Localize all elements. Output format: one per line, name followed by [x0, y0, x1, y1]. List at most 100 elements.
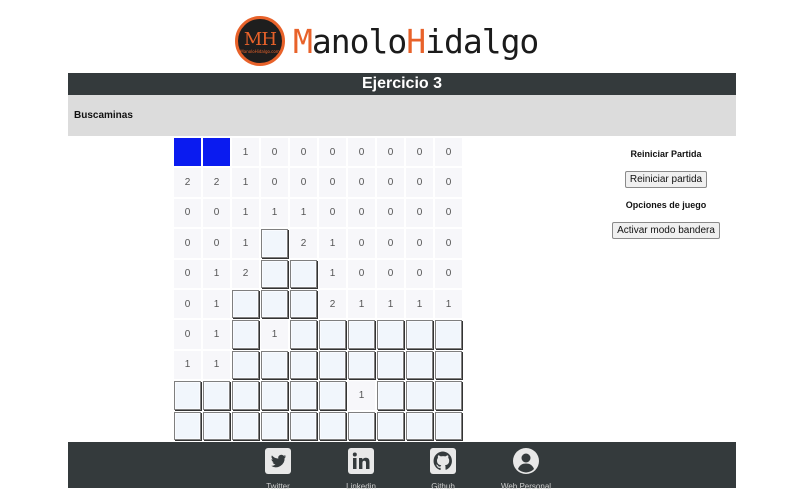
board-cell-hidden[interactable]	[232, 350, 259, 380]
restart-button[interactable]: Reiniciar partida	[624, 171, 708, 188]
board-cell-hidden[interactable]	[203, 381, 230, 410]
board-cell-hidden[interactable]	[261, 229, 288, 258]
board-cell-revealed: 0	[202, 228, 231, 259]
linkedin-link[interactable]: Linkedin	[326, 448, 396, 491]
twitter-link[interactable]: Twitter	[243, 448, 313, 491]
board-cell-hidden[interactable]	[232, 289, 259, 319]
restart-heading: Reiniciar Partida	[630, 149, 702, 159]
board-cell-revealed: 1	[173, 349, 202, 381]
board-cell-revealed: 0	[434, 167, 463, 198]
board-cell-revealed: 1	[231, 197, 260, 229]
board-cell-hidden[interactable]	[377, 350, 404, 380]
logo-badge-text: MH	[243, 28, 277, 50]
board-cell-hidden[interactable]	[290, 411, 317, 440]
board-cell-hidden[interactable]	[290, 259, 317, 288]
board-cell-revealed: 2	[202, 167, 231, 198]
board-cell-revealed: 0	[405, 228, 434, 259]
board-cell-revealed: 1	[202, 258, 231, 289]
board-cell-hidden[interactable]	[261, 350, 288, 380]
board-cell-hidden[interactable]	[290, 350, 317, 380]
board-cell-hidden[interactable]	[174, 411, 201, 440]
logo-badge: MH ManoloHidalgo.com	[235, 16, 285, 66]
board-cell-hidden[interactable]	[319, 320, 346, 349]
board-cell-hidden[interactable]	[406, 350, 433, 380]
page-title: Ejercicio 3	[361, 75, 443, 92]
board-cell-revealed: 1	[202, 288, 231, 320]
board-cell-revealed: 0	[289, 167, 318, 198]
site-footer: Twitter Linkedin Github Web Personal	[68, 442, 736, 491]
board-cell-hidden[interactable]	[261, 381, 288, 410]
board-cell-hidden[interactable]	[377, 320, 404, 349]
board-cell-revealed: 1	[347, 288, 376, 320]
board-cell-revealed: 0	[405, 197, 434, 229]
github-link[interactable]: Github	[408, 448, 478, 491]
board-cell-revealed: 0	[405, 258, 434, 289]
board-cell-hidden[interactable]	[261, 289, 288, 319]
board-cell-hidden[interactable]	[319, 381, 346, 410]
twitter-icon	[265, 448, 291, 474]
board-cell-revealed: 0	[376, 258, 405, 289]
board-cell-revealed: 1	[231, 167, 260, 198]
board-cell-revealed: 1	[260, 197, 289, 229]
board-cell-hidden[interactable]	[290, 289, 317, 319]
board-cell-hidden[interactable]	[435, 350, 462, 380]
board-cell-hidden[interactable]	[435, 411, 462, 440]
linkedin-label: Linkedin	[346, 482, 376, 491]
flag-mode-button[interactable]: Activar modo bandera	[612, 222, 720, 239]
board-cell-revealed: 0	[289, 137, 318, 168]
board-cell-hidden[interactable]	[290, 320, 317, 349]
board-cell-hidden[interactable]	[232, 381, 259, 410]
logo-wordmark: ManoloHidalgo	[293, 21, 539, 61]
board-cell-hidden[interactable]	[377, 411, 404, 440]
board-cell-revealed: 0	[318, 197, 347, 229]
linkedin-icon	[348, 448, 374, 474]
board-cell-hidden[interactable]	[174, 381, 201, 410]
board-cell-flagged[interactable]	[203, 138, 230, 167]
board-cell-hidden[interactable]	[232, 320, 259, 349]
user-icon	[513, 448, 539, 474]
section-bar: Buscaminas	[68, 95, 736, 136]
board-cell-hidden[interactable]	[348, 411, 375, 440]
section-title: Buscaminas	[74, 110, 133, 121]
board-cell-hidden[interactable]	[348, 350, 375, 380]
site-logo[interactable]: MH ManoloHidalgo.com ManoloHidalgo	[235, 15, 539, 67]
board-cell-revealed: 0	[347, 258, 376, 289]
board-cell-revealed: 1	[260, 319, 289, 350]
board-cell-hidden[interactable]	[435, 320, 462, 349]
board-cell-revealed: 1	[202, 319, 231, 350]
personal-web-link[interactable]: Web Personal	[491, 448, 561, 491]
board-cell-hidden[interactable]	[406, 320, 433, 349]
board-cell-hidden[interactable]	[406, 381, 433, 410]
board-cell-hidden[interactable]	[319, 411, 346, 440]
board-cell-hidden[interactable]	[406, 411, 433, 440]
board-cell-revealed: 0	[434, 197, 463, 229]
board-cell-revealed: 1	[376, 288, 405, 320]
page-title-bar: Ejercicio 3	[68, 73, 736, 95]
board-cell-flagged[interactable]	[174, 138, 201, 167]
board-cell-revealed: 0	[318, 167, 347, 198]
board-cell-revealed: 0	[434, 258, 463, 289]
board-cell-hidden[interactable]	[261, 411, 288, 440]
board-cell-revealed: 1	[289, 197, 318, 229]
board-cell-revealed: 0	[318, 137, 347, 168]
board-cell-revealed: 1	[318, 258, 347, 289]
board-cell-revealed: 1	[347, 380, 376, 411]
board-cell-hidden[interactable]	[203, 411, 230, 440]
personal-web-label: Web Personal	[500, 482, 552, 491]
options-heading: Opciones de juego	[625, 200, 707, 210]
board-cell-hidden[interactable]	[435, 381, 462, 410]
board-cell-hidden[interactable]	[232, 411, 259, 440]
board-cell-revealed: 0	[173, 197, 202, 229]
board-cell-revealed: 0	[405, 137, 434, 168]
board-cell-revealed: 0	[434, 137, 463, 168]
board-cell-hidden[interactable]	[261, 259, 288, 288]
board-cell-revealed: 0	[347, 167, 376, 198]
board-cell-hidden[interactable]	[348, 320, 375, 349]
board-cell-revealed: 0	[376, 167, 405, 198]
board-cell-revealed: 1	[318, 228, 347, 259]
board-cell-hidden[interactable]	[377, 381, 404, 410]
logo-badge-subtext: ManoloHidalgo.com	[240, 49, 280, 54]
board-cell-revealed: 0	[347, 228, 376, 259]
board-cell-hidden[interactable]	[319, 350, 346, 380]
board-cell-hidden[interactable]	[290, 381, 317, 410]
